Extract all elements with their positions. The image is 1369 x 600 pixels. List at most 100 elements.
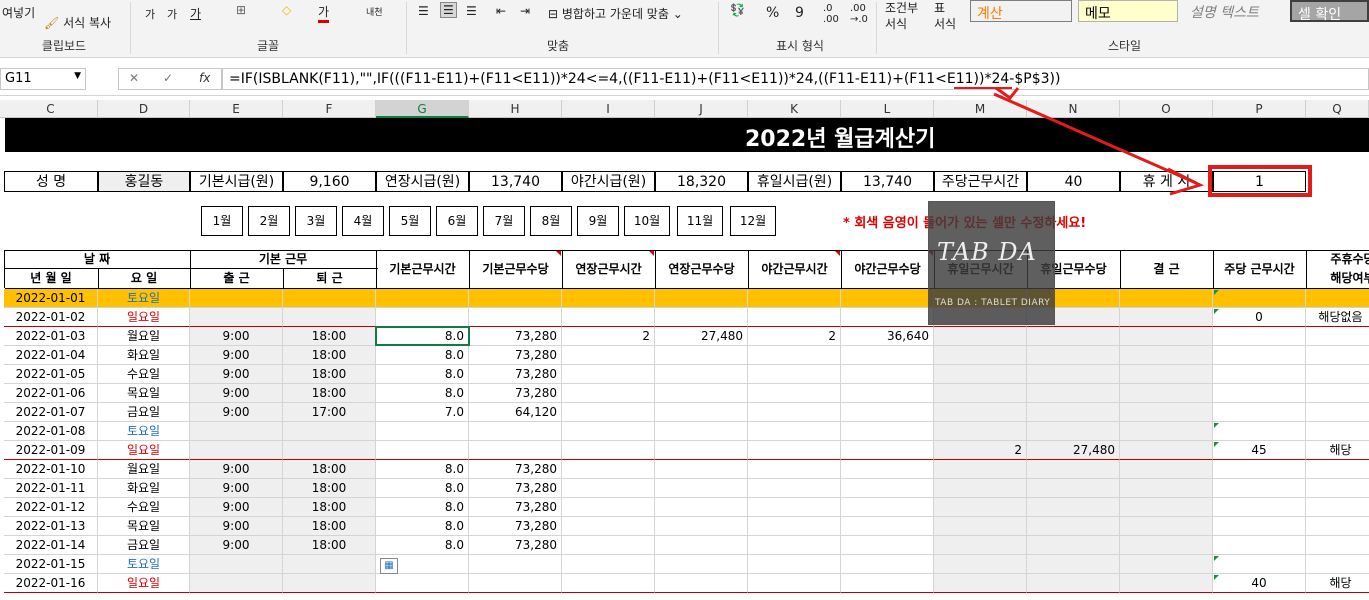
cell-ab[interactable] [1120, 498, 1213, 517]
column-header-q[interactable]: Q [1306, 100, 1369, 118]
column-header-l[interactable]: L [841, 100, 934, 118]
decimal-increase-icon[interactable]: .0.00 [823, 3, 839, 25]
cell-out[interactable]: 18:00 [283, 460, 376, 479]
cell-hp[interactable] [1027, 384, 1120, 403]
align-left-icon[interactable]: ☰ [418, 4, 429, 18]
border-icon[interactable]: ⊞ [236, 3, 246, 17]
cell-hh[interactable] [934, 422, 1027, 441]
cell-hp[interactable] [1027, 498, 1120, 517]
cell-ab[interactable] [1120, 289, 1213, 308]
cell-in[interactable]: 9:00 [190, 460, 283, 479]
cell-in[interactable] [190, 555, 283, 574]
column-header-h[interactable]: H [469, 100, 562, 118]
month-button-7[interactable]: 7월 [483, 206, 525, 236]
cell-ab[interactable] [1120, 479, 1213, 498]
month-button-3[interactable]: 3월 [295, 206, 337, 236]
cell-hh[interactable] [934, 384, 1027, 403]
cell-in[interactable]: 9:00 [190, 346, 283, 365]
month-button-8[interactable]: 8월 [530, 206, 572, 236]
column-header-d[interactable]: D [98, 100, 190, 118]
cell-ab[interactable] [1120, 384, 1213, 403]
cell-hh[interactable] [934, 327, 1027, 346]
month-button-5[interactable]: 5월 [389, 206, 431, 236]
cell-hh[interactable] [934, 346, 1027, 365]
column-header-m[interactable]: M [934, 100, 1027, 118]
month-button-4[interactable]: 4월 [342, 206, 384, 236]
info-base-value[interactable]: 9,160 [283, 171, 376, 192]
cell-hp[interactable] [1027, 365, 1120, 384]
cell-in[interactable] [190, 422, 283, 441]
column-header-i[interactable]: I [562, 100, 655, 118]
column-header-e[interactable]: E [190, 100, 283, 118]
wrap-button[interactable]: 내천 [366, 5, 383, 18]
info-ot-value[interactable]: 13,740 [469, 171, 562, 192]
cell-in[interactable]: 9:00 [190, 498, 283, 517]
percent-button[interactable]: % [766, 5, 779, 21]
align-center-icon[interactable]: ☰ [440, 2, 457, 18]
indent-increase-icon[interactable]: ⇥ [520, 4, 530, 18]
cell-in[interactable] [190, 289, 283, 308]
error-indicator[interactable] [1214, 309, 1219, 314]
column-header-o[interactable]: O [1120, 100, 1213, 118]
paste-options-icon[interactable]: ▦ [380, 558, 398, 574]
merge-center-button[interactable]: ⊟ 병합하고 가운데 맞춤 ⌄ [548, 5, 683, 22]
info-weekly-value[interactable]: 40 [1027, 171, 1120, 192]
indent-decrease-icon[interactable]: ⇤ [496, 4, 506, 18]
column-header-p[interactable]: P [1213, 100, 1306, 118]
cell-out[interactable] [283, 555, 376, 574]
cell-out[interactable] [283, 574, 376, 593]
cell-hp[interactable] [1027, 403, 1120, 422]
style-desc[interactable]: 설명 텍스트 [1184, 0, 1284, 22]
error-indicator[interactable] [1214, 290, 1219, 295]
underline-button[interactable]: 가 [190, 5, 201, 22]
formula-input[interactable]: =IF(ISBLANK(F11),"",IF(((F11-E11)+(F11<E… [222, 68, 1369, 90]
cell-hp[interactable] [1027, 479, 1120, 498]
month-button-9[interactable]: 9월 [577, 206, 619, 236]
cell-hp[interactable]: 27,480 [1027, 441, 1120, 460]
column-header-n[interactable]: N [1027, 100, 1120, 118]
cell-in[interactable]: 9:00 [190, 384, 283, 403]
cell-hh[interactable] [934, 460, 1027, 479]
cell-ab[interactable] [1120, 327, 1213, 346]
cell-out[interactable]: 17:00 [283, 403, 376, 422]
cell-in[interactable] [190, 441, 283, 460]
cell-out[interactable] [283, 441, 376, 460]
cell-out[interactable]: 18:00 [283, 517, 376, 536]
cell-in[interactable]: 9:00 [190, 517, 283, 536]
cell-hp[interactable] [1027, 536, 1120, 555]
column-header-j[interactable]: J [655, 100, 748, 118]
comment-indicator[interactable] [835, 251, 840, 256]
cell-hp[interactable] [1027, 422, 1120, 441]
cell-in[interactable]: 9:00 [190, 365, 283, 384]
column-header-g[interactable]: G [376, 100, 469, 118]
error-indicator[interactable] [1214, 575, 1219, 580]
cell-hh[interactable] [934, 555, 1027, 574]
comment-indicator[interactable] [649, 251, 654, 256]
month-button-12[interactable]: 12월 [730, 206, 776, 236]
cell-hh[interactable] [934, 403, 1027, 422]
align-right-icon[interactable]: ☰ [466, 4, 477, 18]
cell-ab[interactable] [1120, 574, 1213, 593]
cell-in[interactable]: 9:00 [190, 327, 283, 346]
cell-ab[interactable] [1120, 365, 1213, 384]
cell-hh[interactable] [934, 498, 1027, 517]
comma-button[interactable]: 9 [795, 5, 804, 21]
cell-ab[interactable] [1120, 536, 1213, 555]
cancel-icon[interactable]: ✕ [129, 71, 139, 85]
month-button-10[interactable]: 10월 [624, 206, 670, 236]
cell-hh[interactable] [934, 365, 1027, 384]
cell-ab[interactable] [1120, 422, 1213, 441]
cell-ab[interactable] [1120, 441, 1213, 460]
cell-out[interactable]: 18:00 [283, 346, 376, 365]
cell-out[interactable] [283, 422, 376, 441]
cell-out[interactable]: 18:00 [283, 498, 376, 517]
chevron-down-icon[interactable]: ▼ [74, 71, 81, 81]
cell-ab[interactable] [1120, 460, 1213, 479]
fx-icon[interactable]: fx [199, 71, 210, 85]
font-shrink-button[interactable]: 가 [167, 6, 177, 22]
cell-hp[interactable] [1027, 555, 1120, 574]
cell-hp[interactable] [1027, 460, 1120, 479]
cell-hp[interactable] [1027, 574, 1120, 593]
accounting-icon[interactable]: 💱 [730, 3, 745, 17]
error-indicator[interactable] [1214, 556, 1219, 561]
